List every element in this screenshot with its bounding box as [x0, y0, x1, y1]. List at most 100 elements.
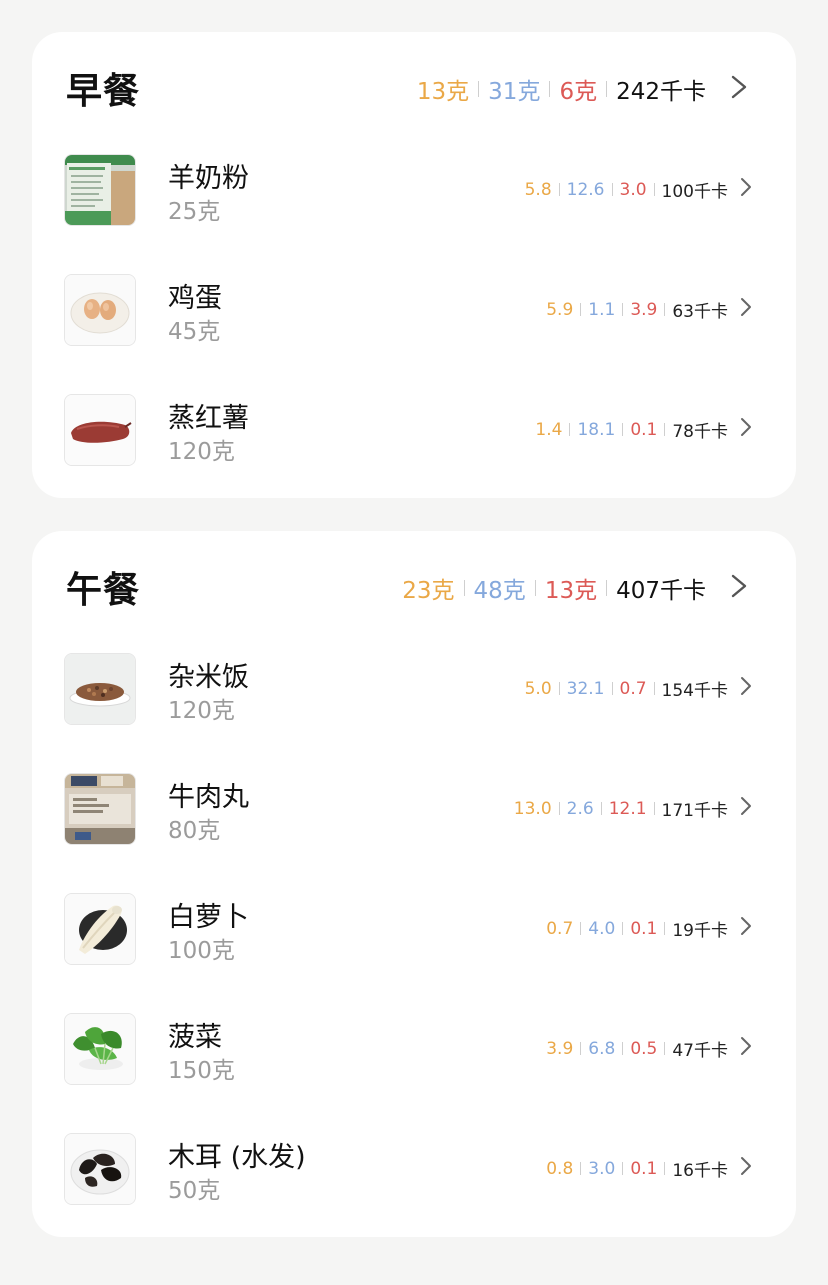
- carb-value: 0.7: [546, 918, 574, 939]
- food-quantity: 150克: [168, 1058, 235, 1084]
- food-name: 菠菜: [168, 1022, 222, 1053]
- meal-header-breakfast[interactable]: 早餐 13克 31克 6克 242千卡: [32, 32, 796, 140]
- food-nutrition: 13.0 2.6 12.1 171千卡: [513, 796, 728, 822]
- meal-nutrition-summary: 23克 48克 13克 407千卡: [402, 571, 706, 605]
- chevron-right-icon[interactable]: [738, 416, 754, 438]
- meal-card-lunch: 午餐 23克 48克 13克 407千卡 杂米饭 120克 5.0 32.1 0…: [32, 531, 796, 1237]
- carb-total: 23克: [402, 578, 455, 604]
- food-quantity: 80克: [168, 818, 221, 844]
- kcal-value: 47千卡: [672, 1041, 728, 1061]
- protein-value: 6.8: [588, 1038, 616, 1059]
- separator: [664, 303, 666, 316]
- wood-ear-fungus-icon: [64, 1133, 136, 1205]
- food-item[interactable]: 鸡蛋 45克 5.9 1.1 3.9 63千卡: [32, 272, 796, 392]
- protein-value: 32.1: [566, 678, 605, 699]
- goat-milk-powder-icon: [64, 154, 136, 226]
- kcal-total: 407千卡: [616, 578, 706, 604]
- fat-value: 3.9: [630, 299, 658, 320]
- meal-header-lunch[interactable]: 午餐 23克 48克 13克 407千卡: [32, 531, 796, 639]
- separator: [622, 922, 624, 935]
- food-name: 牛肉丸: [168, 782, 249, 813]
- chevron-right-icon[interactable]: [738, 795, 754, 817]
- chevron-right-icon[interactable]: [726, 72, 752, 102]
- separator: [664, 1042, 666, 1055]
- food-name: 杂米饭: [168, 662, 249, 693]
- separator: [622, 303, 624, 316]
- fat-value: 0.5: [630, 1038, 658, 1059]
- food-item[interactable]: 牛肉丸 80克 13.0 2.6 12.1 171千卡: [32, 771, 796, 891]
- food-item[interactable]: 蒸红薯 120克 1.4 18.1 0.1 78千卡: [32, 392, 796, 512]
- food-quantity: 120克: [168, 698, 235, 724]
- food-item[interactable]: 菠菜 150克 3.9 6.8 0.5 47千卡: [32, 1011, 796, 1131]
- carb-value: 5.8: [524, 179, 552, 200]
- kcal-value: 16千卡: [672, 1161, 728, 1181]
- mixed-rice-icon: [64, 653, 136, 725]
- fat-value: 0.1: [630, 419, 658, 440]
- food-item[interactable]: 木耳 (水发) 50克 0.8 3.0 0.1 16千卡: [32, 1131, 796, 1251]
- separator: [600, 802, 602, 815]
- chevron-right-icon[interactable]: [738, 675, 754, 697]
- separator: [611, 682, 613, 695]
- food-name: 白萝卜: [168, 902, 249, 933]
- separator: [558, 183, 560, 196]
- separator: [580, 1162, 582, 1175]
- food-item[interactable]: 杂米饭 120克 5.0 32.1 0.7 154千卡: [32, 651, 796, 771]
- food-name: 蒸红薯: [168, 403, 249, 434]
- food-list: 杂米饭 120克 5.0 32.1 0.7 154千卡 牛肉丸 80克 13.0…: [32, 651, 796, 1251]
- separator: [580, 1042, 582, 1055]
- protein-total: 48克: [473, 578, 526, 604]
- food-nutrition: 5.0 32.1 0.7 154千卡: [524, 676, 728, 702]
- separator: [558, 802, 560, 815]
- separator: [622, 423, 624, 436]
- carb-value: 5.9: [546, 299, 574, 320]
- food-item[interactable]: 白萝卜 100克 0.7 4.0 0.1 19千卡: [32, 891, 796, 1011]
- food-nutrition: 1.4 18.1 0.1 78千卡: [535, 417, 728, 443]
- chevron-right-icon[interactable]: [738, 176, 754, 198]
- carb-value: 0.8: [546, 1158, 574, 1179]
- separator: [664, 922, 666, 935]
- fat-value: 0.1: [630, 918, 658, 939]
- separator: [558, 682, 560, 695]
- protein-value: 18.1: [577, 419, 616, 440]
- fat-value: 0.1: [630, 1158, 658, 1179]
- chevron-right-icon[interactable]: [726, 571, 752, 601]
- separator: [653, 802, 655, 815]
- kcal-total: 242千卡: [616, 79, 706, 105]
- separator: [606, 580, 608, 596]
- kcal-value: 154千卡: [661, 681, 728, 701]
- carb-value: 13.0: [513, 798, 552, 819]
- white-radish-icon: [64, 893, 136, 965]
- carb-value: 3.9: [546, 1038, 574, 1059]
- separator: [611, 183, 613, 196]
- protein-value: 4.0: [588, 918, 616, 939]
- food-list: 羊奶粉 25克 5.8 12.6 3.0 100千卡 鸡蛋 45克 5.9 1.…: [32, 152, 796, 512]
- food-nutrition: 0.7 4.0 0.1 19千卡: [546, 916, 728, 942]
- eggs-icon: [64, 274, 136, 346]
- protein-value: 1.1: [588, 299, 616, 320]
- fat-total: 13克: [544, 578, 598, 604]
- carb-value: 5.0: [524, 678, 552, 699]
- chevron-right-icon[interactable]: [738, 1155, 754, 1177]
- meal-title: 午餐: [66, 570, 141, 611]
- food-item[interactable]: 羊奶粉 25克 5.8 12.6 3.0 100千卡: [32, 152, 796, 272]
- separator: [606, 81, 608, 97]
- separator: [478, 81, 480, 97]
- food-nutrition: 3.9 6.8 0.5 47千卡: [546, 1036, 728, 1062]
- chevron-right-icon[interactable]: [738, 1035, 754, 1057]
- separator: [463, 580, 465, 596]
- fat-value: 3.0: [619, 179, 647, 200]
- protein-value: 12.6: [566, 179, 605, 200]
- chevron-right-icon[interactable]: [738, 915, 754, 937]
- separator: [664, 423, 666, 436]
- kcal-value: 100千卡: [661, 182, 728, 202]
- chevron-right-icon[interactable]: [738, 296, 754, 318]
- meal-card-breakfast: 早餐 13克 31克 6克 242千卡 羊奶粉 25克 5.8 12.6 3.0…: [32, 32, 796, 498]
- kcal-value: 171千卡: [661, 801, 728, 821]
- kcal-value: 19千卡: [672, 921, 728, 941]
- carb-value: 1.4: [535, 419, 563, 440]
- food-name: 羊奶粉: [168, 163, 249, 194]
- food-nutrition: 5.9 1.1 3.9 63千卡: [546, 297, 728, 323]
- food-quantity: 120克: [168, 439, 235, 465]
- fat-total: 6克: [559, 79, 598, 105]
- food-quantity: 100克: [168, 938, 235, 964]
